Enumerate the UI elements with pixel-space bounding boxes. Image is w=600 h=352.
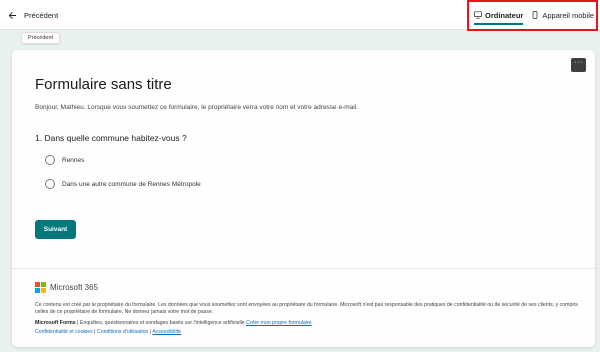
privacy-link[interactable]: Confidentialité et cookies <box>35 329 93 335</box>
tab-computer-label: Ordinateur <box>485 10 524 20</box>
option-label: Dans une autre commune de Rennes Métropo… <box>62 180 201 188</box>
device-mode-switcher: Ordinateur Appareil mobile <box>470 6 597 25</box>
footer-disclaimer: Ce contenu est créé par le propriétaire … <box>35 302 578 315</box>
terms-link[interactable]: Conditions d'utilisation <box>97 329 148 335</box>
footer-links: Confidentialité et cookies | Conditions … <box>35 329 590 336</box>
microsoft-365-logo: Microsoft 365 <box>35 282 98 293</box>
footer-forms-line: Microsoft Forms | Enquêtes, questionnair… <box>35 320 590 327</box>
next-button[interactable]: Suivant <box>35 220 76 239</box>
separator: | <box>94 329 96 335</box>
forms-tagline: | Enquêtes, questionnaires et sondages b… <box>75 320 247 326</box>
back-button[interactable]: Précédent <box>8 8 58 22</box>
radio-button[interactable] <box>45 155 55 165</box>
mobile-icon <box>532 11 538 19</box>
question-title: 1. Dans quelle commune habitez-vous ? <box>35 133 187 143</box>
microsoft-logo-icon <box>35 282 46 293</box>
tab-computer[interactable]: Ordinateur <box>474 6 524 25</box>
form-title: Formulaire sans titre <box>35 76 172 93</box>
option-other-commune[interactable]: Dans une autre commune de Rennes Métropo… <box>45 178 201 190</box>
option-rennes[interactable]: Rennes <box>45 154 84 166</box>
form-intro: Bonjour, Mathieu. Lorsque vous soumettez… <box>35 104 358 111</box>
option-label: Rennes <box>62 156 85 164</box>
more-options-button[interactable]: ··· <box>571 58 586 72</box>
footer-divider <box>12 268 595 269</box>
top-bar: Précédent Ordinateur Appareil mobile <box>0 0 600 30</box>
radio-button[interactable] <box>45 179 55 189</box>
brand-label: Microsoft 365 <box>50 283 99 292</box>
tab-mobile[interactable]: Appareil mobile <box>531 6 594 24</box>
forms-brand: Microsoft Forms <box>35 320 76 326</box>
arrow-left-icon <box>8 11 17 19</box>
previous-chip[interactable]: Précédent <box>21 32 60 44</box>
create-form-link[interactable]: Créer mon propre formulaire <box>246 320 311 326</box>
monitor-icon <box>474 11 482 19</box>
accessibility-link[interactable]: Accessibilité <box>152 329 181 335</box>
tab-mobile-label: Appareil mobile <box>542 10 595 20</box>
back-label: Précédent <box>24 10 59 20</box>
